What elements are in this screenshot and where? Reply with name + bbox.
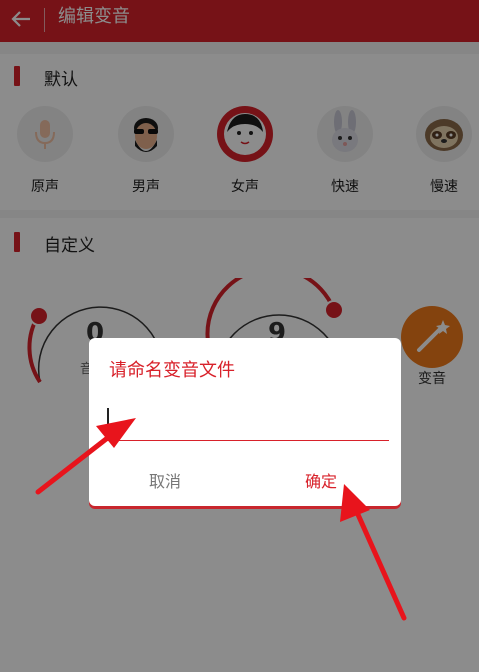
cancel-button[interactable]: 取消 [149, 468, 181, 492]
confirm-button[interactable]: 确定 [305, 468, 337, 492]
modal-overlay[interactable] [0, 0, 479, 672]
dialog-title: 请命名变音文件 [109, 360, 235, 381]
rename-dialog: 请命名变音文件 取消 确定 [89, 338, 401, 506]
filename-input[interactable] [105, 404, 389, 441]
voice-edit-screen: 编辑变音 默认 原声 男声 女声 快速 慢速 自定义 0 音 9 变音 请命名变… [0, 0, 479, 672]
text-cursor [107, 408, 109, 432]
